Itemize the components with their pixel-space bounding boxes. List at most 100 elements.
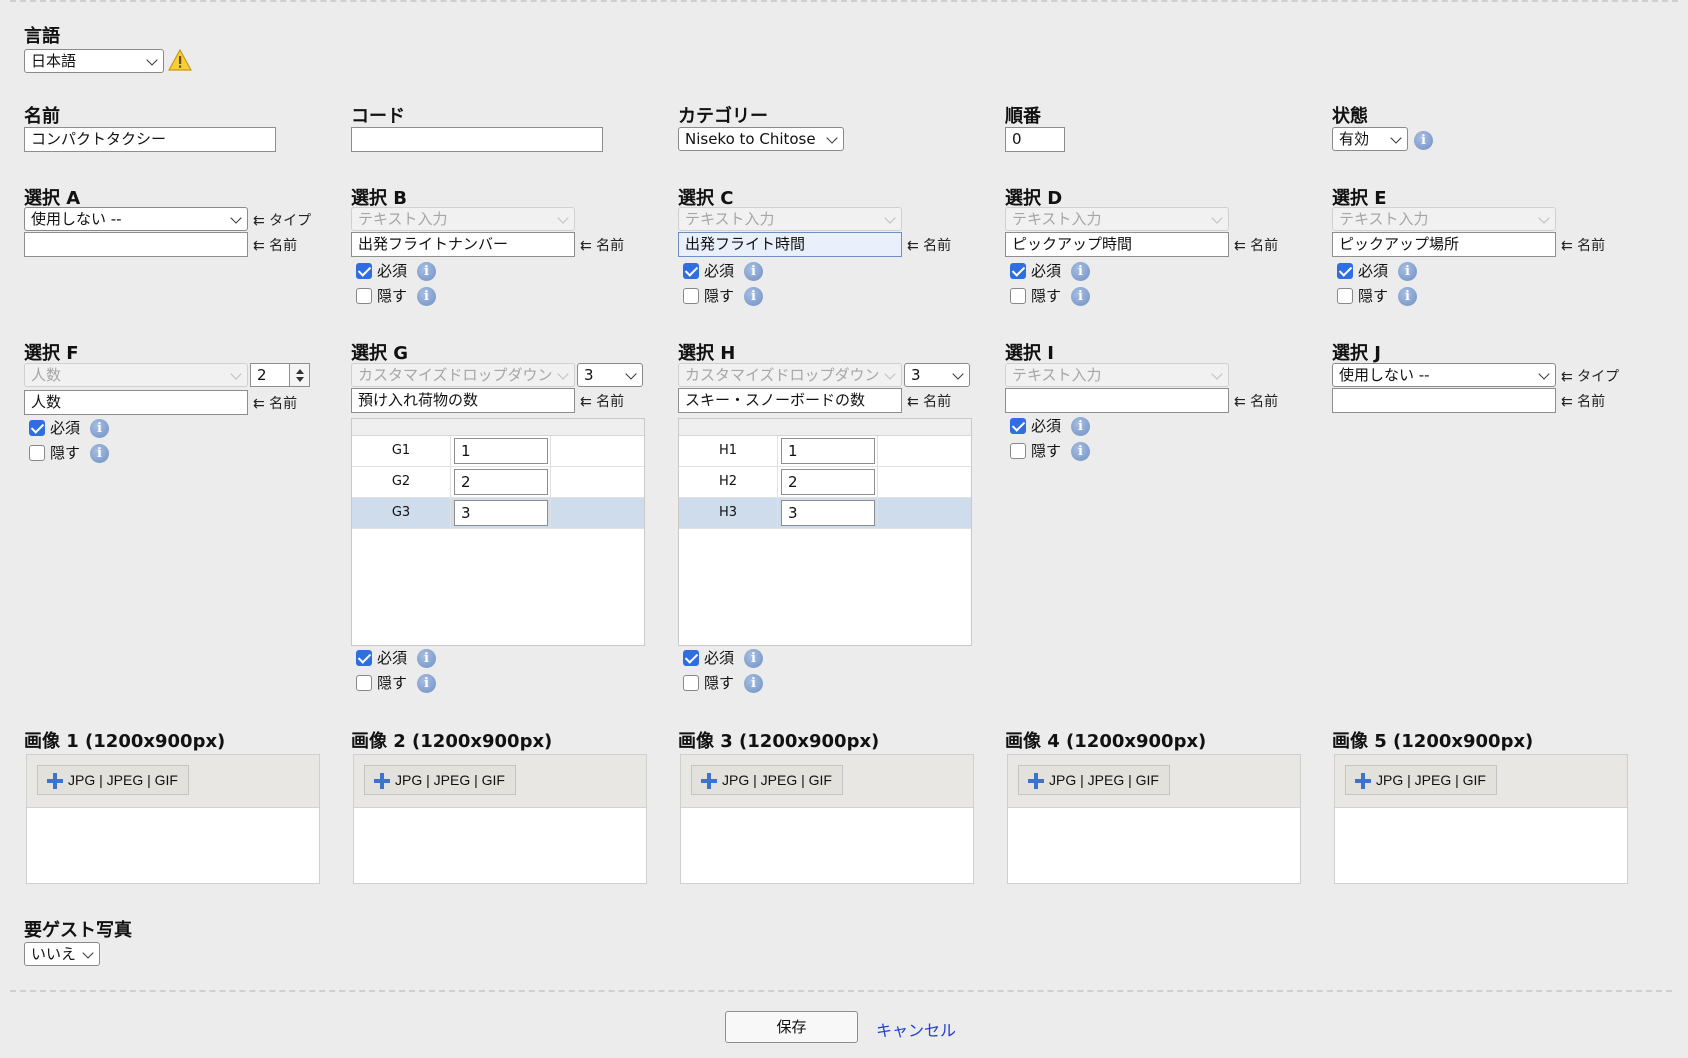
order-input[interactable]: 0: [1005, 127, 1065, 152]
required-info-icon[interactable]: i: [417, 262, 436, 281]
code-label: コード: [351, 106, 405, 127]
selection-h-required-checkbox[interactable]: [683, 650, 699, 666]
selection-e-hide-checkbox[interactable]: [1337, 288, 1353, 304]
save-button[interactable]: 保存: [725, 1011, 858, 1043]
selection-h-label: 選択 H: [678, 343, 736, 364]
selection-i-hide-checkbox[interactable]: [1010, 443, 1026, 459]
image-5-upload-button[interactable]: JPG | JPEG | GIF: [1345, 765, 1497, 795]
image-3-upload-button[interactable]: JPG | JPEG | GIF: [691, 765, 843, 795]
hide-info-icon[interactable]: i: [1071, 442, 1090, 461]
name-hint: ⇇ 名前: [1234, 394, 1279, 410]
category-select[interactable]: Niseko to Chitose: [678, 127, 844, 151]
name-hint: ⇇ 名前: [580, 238, 625, 254]
image-2-upload: JPG | JPEG | GIF: [353, 754, 647, 884]
selection-h-type-select: カスタマイズドロップダウン: [678, 363, 902, 387]
required-info-icon[interactable]: i: [417, 649, 436, 668]
code-input[interactable]: [351, 127, 603, 152]
required-info-icon[interactable]: i: [90, 419, 109, 438]
option-key: G2: [352, 467, 451, 497]
selection-e-name-input[interactable]: ピックアップ場所: [1332, 232, 1556, 257]
selection-h-name-input[interactable]: スキー・スノーボードの数: [678, 388, 902, 413]
bottom-divider: [10, 990, 1672, 992]
hide-label: 隠す: [377, 287, 408, 305]
selection-b-name-input[interactable]: 出発フライトナンバー: [351, 232, 575, 257]
selection-f-hide-checkbox[interactable]: [29, 445, 45, 461]
status-info-icon[interactable]: i: [1414, 131, 1433, 150]
image-2-upload-button[interactable]: JPG | JPEG | GIF: [364, 765, 516, 795]
option-value-input[interactable]: 2: [454, 469, 548, 495]
selection-i-required-checkbox[interactable]: [1010, 418, 1026, 434]
name-input[interactable]: コンパクトタクシー: [24, 127, 276, 152]
image-2-label: 画像 2 (1200x900px): [351, 731, 553, 752]
selection-g-count-select[interactable]: 3: [577, 363, 643, 387]
cancel-link[interactable]: キャンセル: [876, 1017, 956, 1041]
warning-icon: [168, 49, 192, 71]
selection-i-name-input[interactable]: [1005, 388, 1229, 413]
hide-info-icon[interactable]: i: [1398, 287, 1417, 306]
guest-photo-select[interactable]: いいえ: [24, 942, 100, 966]
name-hint: ⇇ 名前: [1561, 394, 1606, 410]
name-hint: ⇇ 名前: [253, 238, 298, 254]
hide-label: 隠す: [50, 444, 81, 462]
plus-icon: [374, 773, 390, 789]
selection-h-hide-checkbox[interactable]: [683, 675, 699, 691]
image-1-upload-button[interactable]: JPG | JPEG | GIF: [37, 765, 189, 795]
required-info-icon[interactable]: i: [1071, 417, 1090, 436]
hide-info-icon[interactable]: i: [417, 287, 436, 306]
selection-f-required-checkbox[interactable]: [29, 420, 45, 436]
hide-info-icon[interactable]: i: [90, 444, 109, 463]
table-row: G1 1: [352, 436, 644, 467]
table-row: H2 2: [679, 467, 971, 498]
option-value-input[interactable]: 3: [781, 500, 875, 526]
language-label: 言語: [24, 26, 60, 47]
language-select[interactable]: 日本語: [24, 49, 164, 73]
selection-g-options-table: G1 1 G2 2 G3 3: [351, 418, 645, 646]
selection-c-required-checkbox[interactable]: [683, 263, 699, 279]
selection-f-count-input[interactable]: 2: [250, 363, 290, 387]
selection-g-hide-checkbox[interactable]: [356, 675, 372, 691]
option-value-input[interactable]: 1: [781, 438, 875, 464]
table-row: G3 3: [352, 498, 644, 529]
selection-a-name-input[interactable]: [24, 232, 248, 257]
selection-b-required-checkbox[interactable]: [356, 263, 372, 279]
selection-g-type-select: カスタマイズドロップダウン: [351, 363, 575, 387]
hide-info-icon[interactable]: i: [744, 287, 763, 306]
option-value-input[interactable]: 2: [781, 469, 875, 495]
required-info-icon[interactable]: i: [744, 649, 763, 668]
selection-f-name-input[interactable]: 人数: [24, 390, 248, 415]
status-select[interactable]: 有効: [1332, 127, 1408, 151]
hide-info-icon[interactable]: i: [1071, 287, 1090, 306]
selection-d-hide-checkbox[interactable]: [1010, 288, 1026, 304]
selection-d-required-checkbox[interactable]: [1010, 263, 1026, 279]
type-hint: ⇇ タイプ: [1561, 369, 1620, 385]
option-value-input[interactable]: 3: [454, 500, 548, 526]
selection-b-hide-checkbox[interactable]: [356, 288, 372, 304]
selection-c-name-input[interactable]: 出発フライト時間: [678, 232, 902, 257]
selection-j-label: 選択 J: [1332, 343, 1381, 364]
selection-g-required-checkbox[interactable]: [356, 650, 372, 666]
required-label: 必須: [704, 649, 735, 667]
hide-info-icon[interactable]: i: [744, 674, 763, 693]
selection-e-required-checkbox[interactable]: [1337, 263, 1353, 279]
option-key: G3: [352, 498, 451, 528]
required-label: 必須: [704, 262, 735, 280]
selection-d-name-input[interactable]: ピックアップ時間: [1005, 232, 1229, 257]
selection-j-type-select[interactable]: 使用しない --: [1332, 363, 1556, 387]
option-value-input[interactable]: 1: [454, 438, 548, 464]
selection-h-count-select[interactable]: 3: [904, 363, 970, 387]
selection-g-name-input[interactable]: 預け入れ荷物の数: [351, 388, 575, 413]
required-info-icon[interactable]: i: [1071, 262, 1090, 281]
selection-j-name-input[interactable]: [1332, 388, 1556, 413]
table-row: H3 3: [679, 498, 971, 529]
required-label: 必須: [1031, 417, 1062, 435]
selection-a-type-select[interactable]: 使用しない --: [24, 207, 248, 231]
selection-c-hide-checkbox[interactable]: [683, 288, 699, 304]
required-info-icon[interactable]: i: [744, 262, 763, 281]
required-label: 必須: [1031, 262, 1062, 280]
image-4-upload-button[interactable]: JPG | JPEG | GIF: [1018, 765, 1170, 795]
selection-f-count-stepper[interactable]: [290, 363, 310, 387]
name-hint: ⇇ 名前: [1561, 238, 1606, 254]
hide-info-icon[interactable]: i: [417, 674, 436, 693]
required-info-icon[interactable]: i: [1398, 262, 1417, 281]
status-label: 状態: [1332, 106, 1368, 127]
